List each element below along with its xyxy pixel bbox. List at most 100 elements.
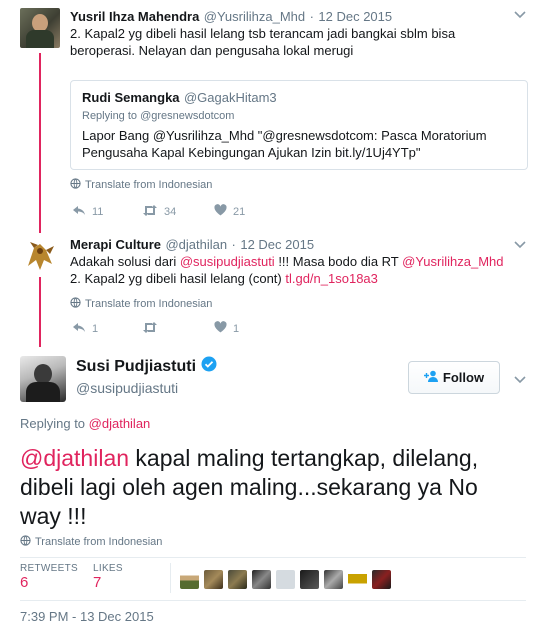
liker-avatar[interactable]: [228, 570, 247, 589]
tweet-text-line: dibeli lagi oleh agen maling...sekarang …: [20, 474, 478, 500]
tweet-text-line: beroperasi. Nelayan dan pengusaha lokal …: [70, 43, 354, 58]
retweet-icon: [142, 321, 158, 336]
avatar-yusril[interactable]: [20, 8, 60, 48]
liker-avatar[interactable]: [324, 570, 343, 589]
tweet2-header: Merapi Culture @djathilan · 12 Dec 2015: [70, 236, 314, 254]
liker-avatar[interactable]: [252, 570, 271, 589]
reply-count: 11: [92, 205, 104, 218]
tweet2-actions: 1 1: [72, 321, 239, 336]
reply-button[interactable]: 1: [72, 322, 142, 336]
retweets-stat[interactable]: RETWEETS 6: [20, 563, 78, 591]
likes-stat[interactable]: LIKES 7: [93, 563, 123, 591]
translate-label: Translate from Indonesian: [85, 179, 213, 191]
tweet1-header: Yusril Ihza Mahendra @Yusrilihza_Mhd · 1…: [70, 8, 392, 26]
mention-link[interactable]: @Yusrilihza_Mhd: [402, 254, 503, 269]
tweet-date[interactable]: 12 Dec 2015: [318, 9, 392, 24]
like-button[interactable]: 1: [214, 321, 239, 336]
author-name[interactable]: Merapi Culture: [70, 237, 161, 252]
follow-label: Follow: [442, 370, 485, 385]
tweet-text-line: @djathilan kapal maling tertangkap, dile…: [20, 444, 478, 473]
retweet-icon: [142, 204, 158, 219]
like-count: 1: [233, 322, 240, 335]
avatar-susi[interactable]: [20, 356, 66, 402]
avatar-merapi[interactable]: [20, 236, 60, 276]
quoted-tweet[interactable]: Rudi Semangka @GagakHitam3 Replying to @…: [70, 80, 528, 170]
heart-icon: [214, 204, 227, 219]
like-count: 21: [233, 205, 246, 218]
quoted-text-line: Pengusaha Kapal Kebingungan Ajukan Izin …: [82, 145, 421, 160]
replying-to: Replying to @djathilan: [20, 416, 150, 431]
translate-link[interactable]: Translate from Indonesian: [70, 178, 212, 192]
heart-icon: [214, 321, 227, 336]
retweet-button[interactable]: [142, 321, 214, 336]
chevron-down-icon[interactable]: [514, 373, 526, 387]
main-tweet-text: @djathilan kapal maling tertangkap, dile…: [20, 444, 478, 531]
replying-prefix: Replying to: [20, 416, 89, 431]
tweet-date[interactable]: 12 Dec 2015: [240, 237, 314, 252]
quoted-replying: Replying to @gresnewsdotcom: [82, 110, 235, 122]
quoted-author-name: Rudi Semangka: [82, 90, 180, 105]
divider: [20, 557, 526, 558]
author-name[interactable]: Yusril Ihza Mahendra: [70, 9, 199, 24]
author-handle[interactable]: @Yusrilihza_Mhd: [204, 9, 305, 24]
quoted-author-handle: @GagakHitam3: [183, 90, 277, 105]
tweet-text-line: way !!!: [20, 503, 87, 529]
globe-icon: [20, 535, 31, 549]
liker-avatar[interactable]: [180, 570, 199, 589]
text-segment: kapal maling tertangkap, dilelang,: [129, 445, 479, 471]
divider: [20, 600, 526, 601]
tweet-text-line: 2. Kapal2 yg dibeli hasil lelang (cont) …: [70, 270, 504, 287]
reply-icon: [72, 322, 86, 336]
quoted-text-line: Lapor Bang @Yusrilihza_Mhd "@gresnewsdot…: [82, 128, 487, 143]
text-segment: 2. Kapal2 yg dibeli hasil lelang (cont): [70, 271, 286, 286]
liker-avatar[interactable]: [348, 570, 367, 589]
liker-avatar[interactable]: [372, 570, 391, 589]
translate-label: Translate from Indonesian: [35, 536, 163, 548]
replying-handle-link[interactable]: @djathilan: [89, 416, 151, 431]
tweet-timestamp[interactable]: 7:39 PM - 13 Dec 2015: [20, 609, 154, 624]
url-link[interactable]: tl.gd/n_1so18a3: [285, 271, 378, 286]
translate-label: Translate from Indonesian: [85, 298, 213, 310]
retweets-value: 6: [20, 574, 29, 591]
reply-button[interactable]: 11: [72, 205, 142, 219]
thread-line-1: [39, 53, 41, 233]
like-button[interactable]: 21: [214, 204, 245, 219]
retweet-count: 34: [164, 205, 177, 218]
translate-link[interactable]: Translate from Indonesian: [70, 297, 212, 311]
translate-link[interactable]: Translate from Indonesian: [20, 535, 162, 549]
tweet1-text: 2. Kapal2 yg dibeli hasil lelang tsb ter…: [70, 25, 455, 59]
retweets-label: RETWEETS: [20, 563, 78, 574]
follow-button[interactable]: Follow: [408, 361, 500, 394]
author-handle[interactable]: @susipudjiastuti: [76, 380, 217, 396]
main-author: Susi Pudjiastuti @susipudjiastuti: [76, 356, 217, 396]
separator: ·: [231, 237, 236, 252]
divider: [170, 563, 171, 593]
chevron-down-icon[interactable]: [514, 8, 526, 22]
liker-avatar[interactable]: [276, 570, 295, 589]
verified-badge-icon: [201, 356, 217, 377]
author-handle[interactable]: @djathilan: [165, 237, 227, 252]
add-user-icon: [423, 370, 439, 385]
reply-icon: [72, 205, 86, 219]
mention-link[interactable]: @susipudjiastuti: [180, 254, 275, 269]
author-name[interactable]: Susi Pudjiastuti: [76, 358, 196, 376]
tweet2-text: Adakah solusi dari @susipudjiastuti !!! …: [70, 253, 504, 287]
liker-avatar[interactable]: [300, 570, 319, 589]
tweet-text-line: 2. Kapal2 yg dibeli hasil lelang tsb ter…: [70, 26, 456, 41]
globe-icon: [70, 178, 81, 192]
liker-avatar[interactable]: [204, 570, 223, 589]
tweet1-actions: 11 34 21: [72, 204, 245, 219]
likes-label: LIKES: [93, 563, 123, 574]
chevron-down-icon[interactable]: [514, 238, 526, 252]
text-segment: !!! Masa bodo dia RT: [274, 254, 403, 269]
tweet-text-line: Adakah solusi dari @susipudjiastuti !!! …: [70, 253, 504, 270]
thread-line-2: [39, 277, 41, 347]
separator: ·: [309, 9, 314, 24]
globe-icon: [70, 297, 81, 311]
text-segment: Adakah solusi dari: [70, 254, 180, 269]
likes-value: 7: [93, 574, 102, 591]
retweet-button[interactable]: 34: [142, 204, 214, 219]
reply-count: 1: [92, 322, 99, 335]
mention-link[interactable]: @djathilan: [20, 445, 129, 471]
liker-avatars: [180, 570, 391, 589]
